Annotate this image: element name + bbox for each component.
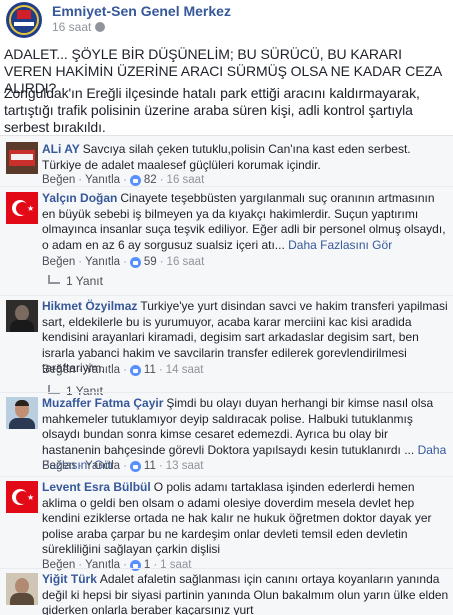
emblem-flag xyxy=(17,10,31,19)
separator-dot: · xyxy=(78,559,83,571)
page-name[interactable]: Emniyet-Sen Genel Merkez xyxy=(52,3,231,19)
star-icon: ★ xyxy=(27,493,35,502)
like-count[interactable]: 11 xyxy=(144,364,156,376)
avatar[interactable]: ★ xyxy=(6,481,38,513)
thumbs-up-icon xyxy=(129,364,141,376)
comment-text: Yiğit Türk Adalet afaletin sağlanması içi… xyxy=(42,572,450,615)
avatar[interactable] xyxy=(6,397,38,429)
separator-dot: · xyxy=(78,256,83,268)
comment-actions: Beğen · Yanıtla · 82 · 16 saat xyxy=(42,174,204,186)
like-button[interactable]: Beğen xyxy=(42,174,75,186)
separator-dot: · xyxy=(158,364,163,376)
globe-icon xyxy=(95,22,106,32)
comment-time[interactable]: 16 saat xyxy=(167,174,205,186)
comment-time[interactable]: 14 saat xyxy=(166,364,204,376)
separator-dot: · xyxy=(123,174,127,186)
comment-time[interactable]: 1 saat xyxy=(160,559,191,571)
commenter-name[interactable]: Muzaffer Fatma Çayir xyxy=(42,396,163,410)
replies-count: 1 Yanıt xyxy=(66,274,103,288)
star-icon: ★ xyxy=(27,204,35,213)
comment-text: ALi AY Savcıya silah çeken tutuklu,polisi… xyxy=(42,142,450,173)
commenter-name[interactable]: ALi AY xyxy=(42,142,80,156)
reply-button[interactable]: Yanıtla xyxy=(85,559,120,571)
like-count[interactable]: 1 xyxy=(144,559,150,571)
divider xyxy=(0,295,453,296)
comment-time[interactable]: 16 saat xyxy=(167,256,205,268)
separator-dot: · xyxy=(159,174,164,186)
avatar[interactable]: ★ xyxy=(6,192,38,224)
comment-body: Savcıya silah çeken tutuklu,polisin Can'… xyxy=(42,142,411,172)
comments-section: ALi AY Savcıya silah çeken tutuklu,polisi… xyxy=(0,135,453,615)
reply-arrow-icon xyxy=(48,274,60,284)
like-button[interactable]: Beğen xyxy=(42,364,75,376)
separator-dot: · xyxy=(78,460,83,472)
separator-dot: · xyxy=(78,174,83,186)
reply-button[interactable]: Yanıtla xyxy=(85,256,120,268)
separator-dot: · xyxy=(123,256,127,268)
commenter-name[interactable]: Levent Esra Bülbül xyxy=(42,480,151,494)
post-header: Emniyet-Sen Genel Merkez 16 saat xyxy=(0,0,453,38)
post-timestamp[interactable]: 16 saat xyxy=(52,20,106,34)
divider xyxy=(0,476,453,477)
avatar-face xyxy=(15,578,29,594)
comment-text: Levent Esra Bülbül O polis adamı tartakla… xyxy=(42,480,450,558)
like-button[interactable]: Beğen xyxy=(42,460,75,472)
separator-dot: · xyxy=(123,364,127,376)
thumbs-up-icon xyxy=(129,174,141,186)
avatar-face xyxy=(15,305,29,321)
separator-dot: · xyxy=(123,460,127,472)
avatar-body xyxy=(9,418,35,429)
avatar[interactable] xyxy=(6,573,38,605)
comment-text: Yalçın Doğan Cinayete teşebbüsten yargıla… xyxy=(42,191,450,253)
post-body: Zonguldak'ın Ereğli ilçesinde hatalı par… xyxy=(4,85,420,135)
reply-button[interactable]: Yanıtla xyxy=(85,364,120,376)
divider xyxy=(0,186,453,187)
avatar-body xyxy=(10,593,34,605)
comment-actions: Beğen · Yanıtla · 11 · 14 saat xyxy=(42,364,203,376)
view-replies-link[interactable]: 1 Yanıt xyxy=(42,274,103,288)
page-avatar[interactable] xyxy=(6,2,42,38)
commenter-name[interactable]: Yiğit Türk xyxy=(42,572,97,586)
avatar[interactable] xyxy=(6,142,38,174)
divider xyxy=(0,392,453,393)
separator-dot: · xyxy=(78,364,83,376)
comment-time[interactable]: 13 saat xyxy=(166,460,204,472)
separator-dot: · xyxy=(123,559,127,571)
like-count[interactable]: 11 xyxy=(144,460,156,472)
commenter-name[interactable]: Yalçın Doğan xyxy=(42,191,117,205)
like-count[interactable]: 59 xyxy=(144,256,157,268)
reply-button[interactable]: Yanıtla xyxy=(85,460,120,472)
separator-dot: · xyxy=(158,460,163,472)
commenter-name[interactable]: Hikmet Özyilmaz xyxy=(42,299,137,313)
divider xyxy=(0,568,453,569)
like-button[interactable]: Beğen xyxy=(42,256,75,268)
avatar-body xyxy=(10,320,34,332)
emblem-bar xyxy=(14,22,34,26)
avatar-graphic-strip xyxy=(11,154,33,160)
thumbs-up-icon xyxy=(129,256,141,268)
post-time-text: 16 saat xyxy=(52,20,92,34)
separator-dot: · xyxy=(159,256,164,268)
comment-actions: Beğen · Yanıtla · 59 · 16 saat xyxy=(42,256,204,268)
like-count[interactable]: 82 xyxy=(144,174,157,186)
see-more-link[interactable]: Daha Fazlasını Gör xyxy=(288,238,392,252)
comment-body: Adalet afaletin sağlanması için canını o… xyxy=(42,572,449,615)
reply-button[interactable]: Yanıtla xyxy=(85,174,120,186)
avatar-hair xyxy=(15,400,29,406)
like-button[interactable]: Beğen xyxy=(42,559,75,571)
comment-actions: Beğen · Yanıtla · 11 · 13 saat xyxy=(42,460,203,472)
separator-dot: · xyxy=(153,559,158,571)
thumbs-up-icon xyxy=(129,460,141,472)
comment-actions: Beğen · Yanıtla · 1 · 1 saat xyxy=(42,559,191,571)
avatar[interactable] xyxy=(6,300,38,332)
